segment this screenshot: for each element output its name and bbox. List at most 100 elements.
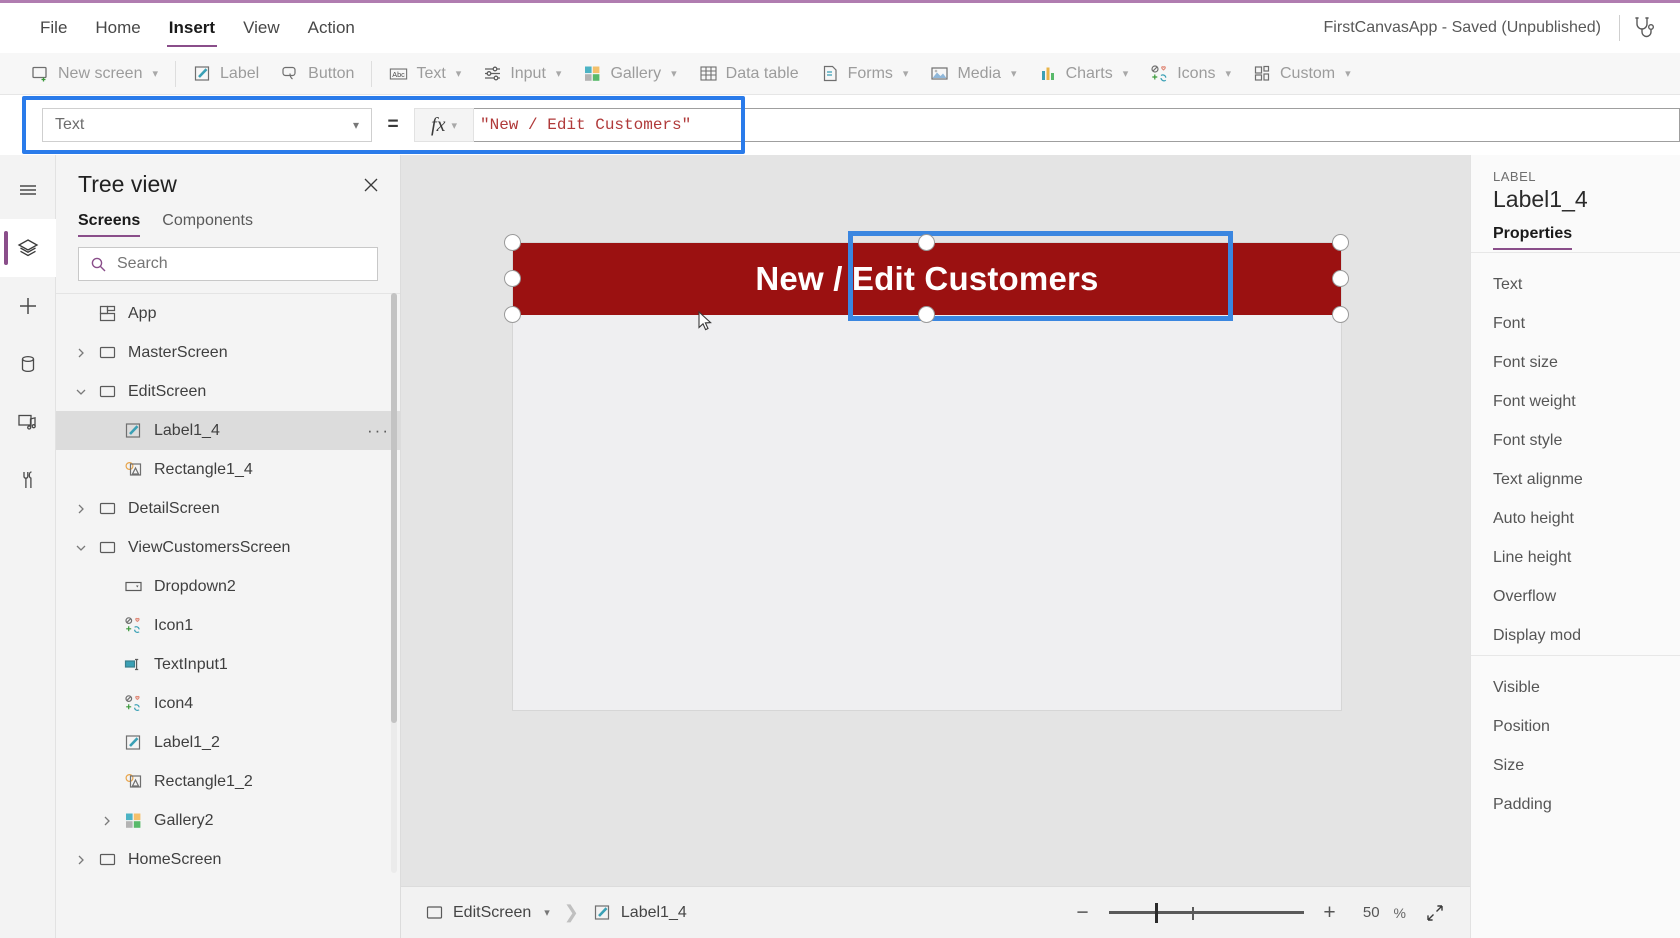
screen-icon (94, 538, 120, 557)
ribbon-new-screen[interactable]: New screen ▾ (20, 57, 169, 91)
menu-item-home[interactable]: Home (81, 3, 154, 53)
tree-item-rectangle1_4[interactable]: Rectangle1_4 (56, 450, 400, 489)
data-cylinder-icon[interactable] (0, 335, 56, 393)
chevron-down-icon: ▾ (544, 907, 550, 919)
ribbon-gallery[interactable]: Gallery ▾ (572, 57, 687, 91)
search-input[interactable] (117, 255, 367, 273)
property-row-font-weight[interactable]: Font weight (1471, 382, 1680, 421)
fit-to-screen-icon[interactable] (1420, 900, 1450, 926)
label-control-text[interactable]: New / Edit Customers (755, 260, 1098, 298)
tree-item-rectangle1_2[interactable]: Rectangle1_2 (56, 762, 400, 801)
property-row-size[interactable]: Size (1471, 746, 1680, 785)
chevron-down-icon: ▾ (152, 68, 159, 80)
property-row-auto-height[interactable]: Auto height (1471, 499, 1680, 538)
chevron-right-icon[interactable] (94, 815, 120, 827)
menu-label: Home (95, 18, 141, 37)
tree-item-icon1[interactable]: Icon1 (56, 606, 400, 645)
tree-item-more-options-icon[interactable]: ··· (367, 421, 390, 441)
ribbon-data-table[interactable]: Data table (688, 57, 810, 91)
property-row-text[interactable]: Text (1471, 265, 1680, 304)
property-row-text-alignme[interactable]: Text alignme (1471, 460, 1680, 499)
advanced-tools-icon[interactable] (0, 451, 56, 509)
property-row-padding[interactable]: Padding (1471, 785, 1680, 824)
menu-bar: File Home Insert View Action FirstCanvas… (0, 3, 1680, 53)
search-box[interactable] (78, 247, 378, 281)
ribbon-icons[interactable]: Icons ▾ (1139, 57, 1242, 91)
insert-plus-icon[interactable] (0, 277, 56, 335)
breadcrumb-control[interactable]: Label1_4 (585, 903, 695, 922)
forms-icon (821, 64, 840, 83)
tree-item-label: HomeScreen (128, 850, 222, 868)
fx-button[interactable]: fx ▾ (414, 108, 474, 142)
tree-item-textinput1[interactable]: TextInput1 (56, 645, 400, 684)
tree-item-masterscreen[interactable]: MasterScreen (56, 333, 400, 372)
ribbon-custom[interactable]: Custom ▾ (1242, 57, 1362, 91)
property-row-font[interactable]: Font (1471, 304, 1680, 343)
property-selector[interactable]: Text ▾ (42, 108, 372, 142)
property-row-font-style[interactable]: Font style (1471, 421, 1680, 460)
zoom-out-button[interactable]: − (1071, 901, 1095, 925)
zoom-slider-tick (1191, 906, 1194, 920)
tree-item-dropdown2[interactable]: Dropdown2 (56, 567, 400, 606)
ribbon-label-text: Data table (725, 64, 799, 82)
breadcrumb-control-label: Label1_4 (620, 903, 687, 921)
stethoscope-icon[interactable] (1620, 15, 1666, 41)
tree-item-gallery2[interactable]: Gallery2 (56, 801, 400, 840)
zoom-slider[interactable] (1108, 902, 1304, 923)
ribbon-forms[interactable]: Forms ▾ (810, 57, 920, 91)
tree-item-homescreen[interactable]: HomeScreen (56, 840, 400, 879)
tree-view-scrollbar[interactable] (391, 293, 397, 873)
property-row-overflow[interactable]: Overflow (1471, 577, 1680, 616)
tab-label: Components (162, 212, 253, 229)
tree-item-detailscreen[interactable]: DetailScreen (56, 489, 400, 528)
chevron-right-icon[interactable] (68, 347, 94, 359)
close-icon[interactable] (358, 172, 384, 198)
chevron-right-icon[interactable] (68, 854, 94, 866)
ribbon-label-text: Media (957, 64, 1002, 82)
menu-item-file[interactable]: File (26, 3, 81, 53)
resize-handle-top-left (504, 234, 521, 251)
ribbon-input[interactable]: Input ▾ (472, 57, 572, 91)
tree-view-list: App MasterScreen EditScreen Label1_4 ··· Rect… (56, 294, 400, 938)
breadcrumb-screen[interactable]: EditScreen ▾ (417, 903, 558, 922)
menu-item-view[interactable]: View (229, 3, 294, 53)
tab-properties[interactable]: Properties (1493, 225, 1573, 252)
zoom-slider-thumb[interactable] (1154, 902, 1159, 923)
property-row-font-size[interactable]: Font size (1471, 343, 1680, 382)
tree-item-viewcustomersscreen[interactable]: ViewCustomersScreen (56, 528, 400, 567)
chevron-down-icon[interactable] (68, 542, 94, 554)
app-screen-canvas[interactable]: New / Edit Customers (504, 231, 1349, 710)
tree-item-app[interactable]: App (56, 294, 400, 333)
formula-input[interactable]: "New / Edit Customers" (474, 108, 1680, 142)
tree-item-label1_2[interactable]: Label1_2 (56, 723, 400, 762)
property-row-position[interactable]: Position (1471, 707, 1680, 746)
chevron-down-icon[interactable] (68, 386, 94, 398)
tab-components[interactable]: Components (162, 208, 253, 239)
tree-item-icon4[interactable]: Icon4 (56, 684, 400, 723)
chevron-right-icon[interactable] (68, 503, 94, 515)
property-selector-value: Text (55, 116, 85, 133)
zoom-in-button[interactable]: + (1318, 901, 1342, 925)
header-banner[interactable]: New / Edit Customers (513, 243, 1341, 315)
tab-screens[interactable]: Screens (78, 208, 141, 239)
property-row-line-height[interactable]: Line height (1471, 538, 1680, 577)
menu-label: View (243, 18, 280, 37)
property-row-display-mod[interactable]: Display mod (1471, 616, 1680, 655)
tree-item-editscreen[interactable]: EditScreen (56, 372, 400, 411)
ribbon-button[interactable]: Button (270, 57, 365, 91)
scrollbar-thumb[interactable] (391, 293, 397, 723)
property-row-visible[interactable]: Visible (1471, 668, 1680, 707)
media-library-icon[interactable] (0, 393, 56, 451)
canvas-area[interactable]: New / Edit Customers (401, 155, 1470, 886)
ribbon-media[interactable]: Media ▾ (919, 57, 1027, 91)
menu-item-action[interactable]: Action (294, 3, 369, 53)
menu-item-insert[interactable]: Insert (155, 3, 229, 53)
tree-view-layers-icon[interactable] (0, 219, 56, 277)
ribbon-charts[interactable]: Charts ▾ (1028, 57, 1140, 91)
tree-item-label1_4[interactable]: Label1_4 ··· (56, 411, 400, 450)
ribbon-text[interactable]: Abc Text ▾ (378, 57, 472, 91)
hamburger-menu-icon[interactable] (0, 161, 56, 219)
media-image-icon (930, 64, 949, 83)
ribbon-label[interactable]: Label (182, 57, 270, 91)
resize-handle-mid-left (504, 270, 521, 287)
